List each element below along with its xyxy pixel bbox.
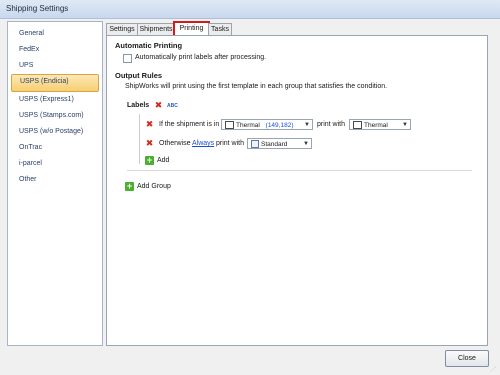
sidebar-item-ontrac[interactable]: OnTrac — [11, 140, 99, 156]
close-button[interactable]: Close — [445, 350, 489, 367]
title-bar: Shipping Settings — [0, 0, 500, 19]
rule1-condition-text: If the shipment is in — [159, 121, 220, 128]
sidebar-item-i-parcel[interactable]: i-parcel — [11, 156, 99, 172]
sidebar-item-usps-endicia[interactable]: USPS (Endicia) — [11, 74, 99, 92]
sidebar-item-ups[interactable]: UPS — [11, 58, 99, 74]
rule1-filter-counts: (149,182) — [265, 122, 294, 129]
sidebar-item-usps-express1[interactable]: USPS (Express1) — [11, 92, 99, 108]
rule2-print-with-text: print with — [216, 140, 245, 147]
printing-panel: Automatic Printing Automatically print l… — [106, 35, 488, 346]
carrier-list[interactable]: General FedEx UPS USPS (Endicia) USPS (E… — [7, 21, 103, 346]
rule1-template-name: Thermal — [364, 122, 388, 129]
rule2-otherwise-text: Otherwise — [159, 140, 191, 147]
sidebar-item-usps-no-postage[interactable]: USPS (w/o Postage) — [11, 124, 99, 140]
auto-print-label: Automatically print labels after process… — [135, 54, 267, 61]
delete-rule1-icon[interactable]: ✖ — [145, 120, 154, 129]
rule1-template-dropdown[interactable]: Thermal ▼ — [349, 119, 411, 130]
window-title: Shipping Settings — [6, 4, 69, 13]
chevron-down-icon: ▼ — [304, 122, 310, 128]
group-bracket-line — [139, 114, 140, 164]
output-rules-description: ShipWorks will print using the first tem… — [125, 83, 388, 90]
labels-group-title: Labels — [127, 102, 150, 109]
rule2-template-name: Standard — [261, 141, 288, 148]
auto-print-checkbox[interactable] — [123, 54, 132, 63]
rename-group-icon[interactable]: ABC — [167, 103, 178, 109]
delete-rule2-icon[interactable]: ✖ — [145, 139, 154, 148]
group-divider — [127, 170, 472, 171]
resize-grip-icon[interactable]: ⋰ — [490, 366, 496, 373]
add-rule-icon[interactable]: + — [145, 156, 154, 165]
output-rules-heading: Output Rules — [115, 71, 163, 80]
automatic-printing-heading: Automatic Printing — [115, 41, 183, 50]
rule1-filter-name: Thermal — [236, 122, 260, 129]
sidebar-item-other[interactable]: Other — [11, 172, 99, 188]
printer-icon — [225, 121, 234, 130]
chevron-down-icon: ▼ — [303, 141, 309, 147]
printer-icon — [353, 121, 362, 130]
rule2-template-dropdown[interactable]: Standard ▼ — [247, 138, 312, 149]
rule1-print-with-text: print with — [317, 121, 346, 128]
sidebar-item-usps-stamps[interactable]: USPS (Stamps.com) — [11, 108, 99, 124]
sidebar-item-general[interactable]: General — [11, 26, 99, 42]
sidebar-item-fedex[interactable]: FedEx — [11, 42, 99, 58]
add-group-icon[interactable]: + — [125, 182, 134, 191]
rule2-always-link[interactable]: Always — [192, 140, 214, 147]
rule1-filter-dropdown[interactable]: Thermal (149,182) ▼ — [221, 119, 313, 130]
delete-group-icon[interactable]: ✖ — [154, 101, 163, 110]
chevron-down-icon: ▼ — [402, 122, 408, 128]
add-group-link[interactable]: Add Group — [137, 183, 171, 190]
add-rule-link[interactable]: Add — [157, 157, 169, 164]
document-icon — [251, 140, 259, 149]
